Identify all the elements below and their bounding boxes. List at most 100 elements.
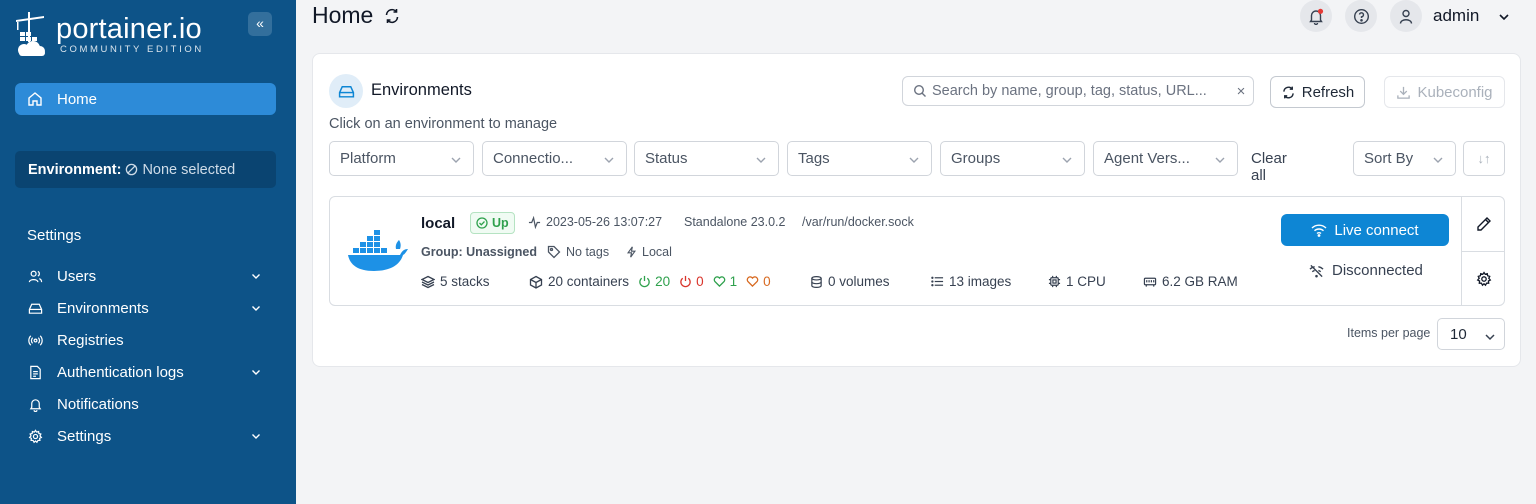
users-icon <box>27 268 43 284</box>
sidebar-item-label: Environments <box>57 299 149 317</box>
environment-settings-button[interactable] <box>1462 251 1505 305</box>
pencil-icon <box>1476 217 1491 231</box>
bell-icon <box>1309 8 1324 25</box>
sidebar-item-label: Authentication logs <box>57 363 184 381</box>
sidebar-item-label: Home <box>57 90 98 108</box>
gear-icon <box>1476 270 1491 286</box>
portainer-logo[interactable]: portainer.io COMMUNITY EDITION <box>14 10 204 58</box>
environment-connection: Local <box>626 245 672 259</box>
images-text: 13 images <box>949 274 1012 289</box>
stacks-count: 5 stacks <box>421 274 490 289</box>
connection-text: Local <box>642 245 672 259</box>
sidebar-item-users[interactable]: Users <box>15 260 276 292</box>
sidebar-item-notifications[interactable]: Notifications <box>15 388 276 420</box>
sidebar-item-authentication-logs[interactable]: Authentication logs <box>15 356 276 388</box>
tags-text: No tags <box>566 245 610 259</box>
sort-order-toggle[interactable]: ↓↑ <box>1463 141 1505 176</box>
search-icon <box>913 84 926 97</box>
unhealthy-count: 0 <box>763 274 771 289</box>
volumes-text: 0 volumes <box>828 274 890 289</box>
environment-url: /var/run/docker.sock <box>802 215 914 229</box>
environments-panel: Environments Click on an environment to … <box>312 53 1521 367</box>
user-name[interactable]: admin <box>1433 6 1479 26</box>
heart-healthy-icon <box>713 276 725 288</box>
clear-all-button[interactable]: Clear all <box>1251 150 1287 184</box>
groups-filter[interactable]: Groups <box>940 141 1085 176</box>
environments-header-icon <box>329 74 363 108</box>
environment-item[interactable]: local Up 2023-05-26 13:07:27 Standalone … <box>329 196 1505 306</box>
page-title-text: Home <box>312 2 374 28</box>
search-box[interactable]: × <box>902 76 1254 106</box>
refresh-icon[interactable] <box>383 7 401 25</box>
live-connect-button[interactable]: Live connect <box>1281 214 1449 246</box>
tags-filter[interactable]: Tags <box>787 141 932 176</box>
heart-unhealthy-icon <box>746 276 759 288</box>
chevron-down-icon[interactable] <box>1497 10 1511 24</box>
clear-search-button[interactable]: × <box>1229 83 1253 100</box>
docker-icon <box>348 230 408 271</box>
environment-tags: No tags <box>547 245 609 259</box>
notifications-button[interactable] <box>1300 0 1332 32</box>
cpu-count: 1 CPU <box>1048 274 1106 289</box>
chevron-down-icon <box>1215 157 1225 163</box>
disconnected-label: Disconnected <box>1332 262 1423 279</box>
refresh-button[interactable]: Refresh <box>1270 76 1365 108</box>
item-actions <box>1461 197 1505 305</box>
running-count: 20 <box>655 274 671 289</box>
environment-selector[interactable]: Environment: None selected <box>15 151 276 188</box>
environments-subtitle: Click on an environment to manage <box>329 116 558 132</box>
sidebar-item-settings[interactable]: Settings <box>15 420 276 452</box>
gear-icon <box>27 428 43 444</box>
containers-text: 20 containers <box>548 274 630 289</box>
settings-nav: Users Environments Registries Authentica… <box>15 260 276 452</box>
platform-filter[interactable]: Platform <box>329 141 474 176</box>
sidebar-item-label: Users <box>57 267 97 285</box>
sidebar-item-registries[interactable]: Registries <box>15 324 276 356</box>
edit-environment-button[interactable] <box>1462 197 1505 251</box>
zap-icon <box>626 246 637 258</box>
sort-by-select[interactable]: Sort By <box>1353 141 1456 176</box>
platform-filter-label: Platform <box>340 150 396 167</box>
user-avatar[interactable] <box>1390 0 1422 32</box>
portainer-crane-icon <box>16 12 45 56</box>
live-connect-label: Live connect <box>1334 221 1419 239</box>
kubeconfig-button[interactable]: Kubeconfig <box>1384 76 1505 108</box>
sidebar: portainer.io COMMUNITY EDITION « Home En… <box>0 0 296 504</box>
chevron-down-icon <box>451 157 461 163</box>
wifi-icon <box>1311 224 1327 237</box>
healthy-count: 1 <box>729 274 738 289</box>
disconnected-status: Disconnected <box>1309 262 1423 279</box>
hdd-icon <box>338 85 354 98</box>
agent-version-filter[interactable]: Agent Vers... <box>1093 141 1238 176</box>
environment-value: None selected <box>142 161 236 178</box>
timestamp-text: 2023-05-26 13:07:27 <box>546 215 663 229</box>
refresh-icon <box>1282 86 1294 98</box>
memory-icon <box>1143 277 1157 287</box>
refresh-label: Refresh <box>1301 83 1355 101</box>
chevron-down-icon <box>756 157 766 163</box>
items-per-page-select[interactable]: 10 <box>1437 318 1505 350</box>
ram-amount: 6.2 GB RAM <box>1143 274 1238 289</box>
environments-title: Environments <box>371 81 472 99</box>
status-filter[interactable]: Status <box>634 141 779 176</box>
box-icon <box>529 275 543 289</box>
settings-section-title: Settings <box>27 227 82 244</box>
sidebar-item-environments[interactable]: Environments <box>15 292 276 324</box>
user-icon <box>1399 9 1413 24</box>
chevron-down-icon <box>1062 157 1072 163</box>
group-value: Unassigned <box>466 245 538 259</box>
brand-name: portainer.io <box>56 12 202 45</box>
environment-name[interactable]: local <box>421 215 455 232</box>
chevron-down-icon <box>1485 334 1495 341</box>
tags-filter-label: Tags <box>798 150 830 167</box>
sidebar-item-label: Registries <box>57 331 124 349</box>
search-input[interactable] <box>932 83 1229 99</box>
sidebar-item-home[interactable]: Home <box>15 83 276 115</box>
collapse-sidebar-button[interactable]: « <box>248 12 272 36</box>
chevron-down-icon <box>252 274 260 279</box>
connection-filter[interactable]: Connectio... <box>482 141 627 176</box>
environment-label: Environment: <box>28 161 122 178</box>
cpu-icon <box>1048 275 1061 288</box>
help-button[interactable] <box>1345 0 1377 32</box>
power-running-icon <box>639 275 650 288</box>
